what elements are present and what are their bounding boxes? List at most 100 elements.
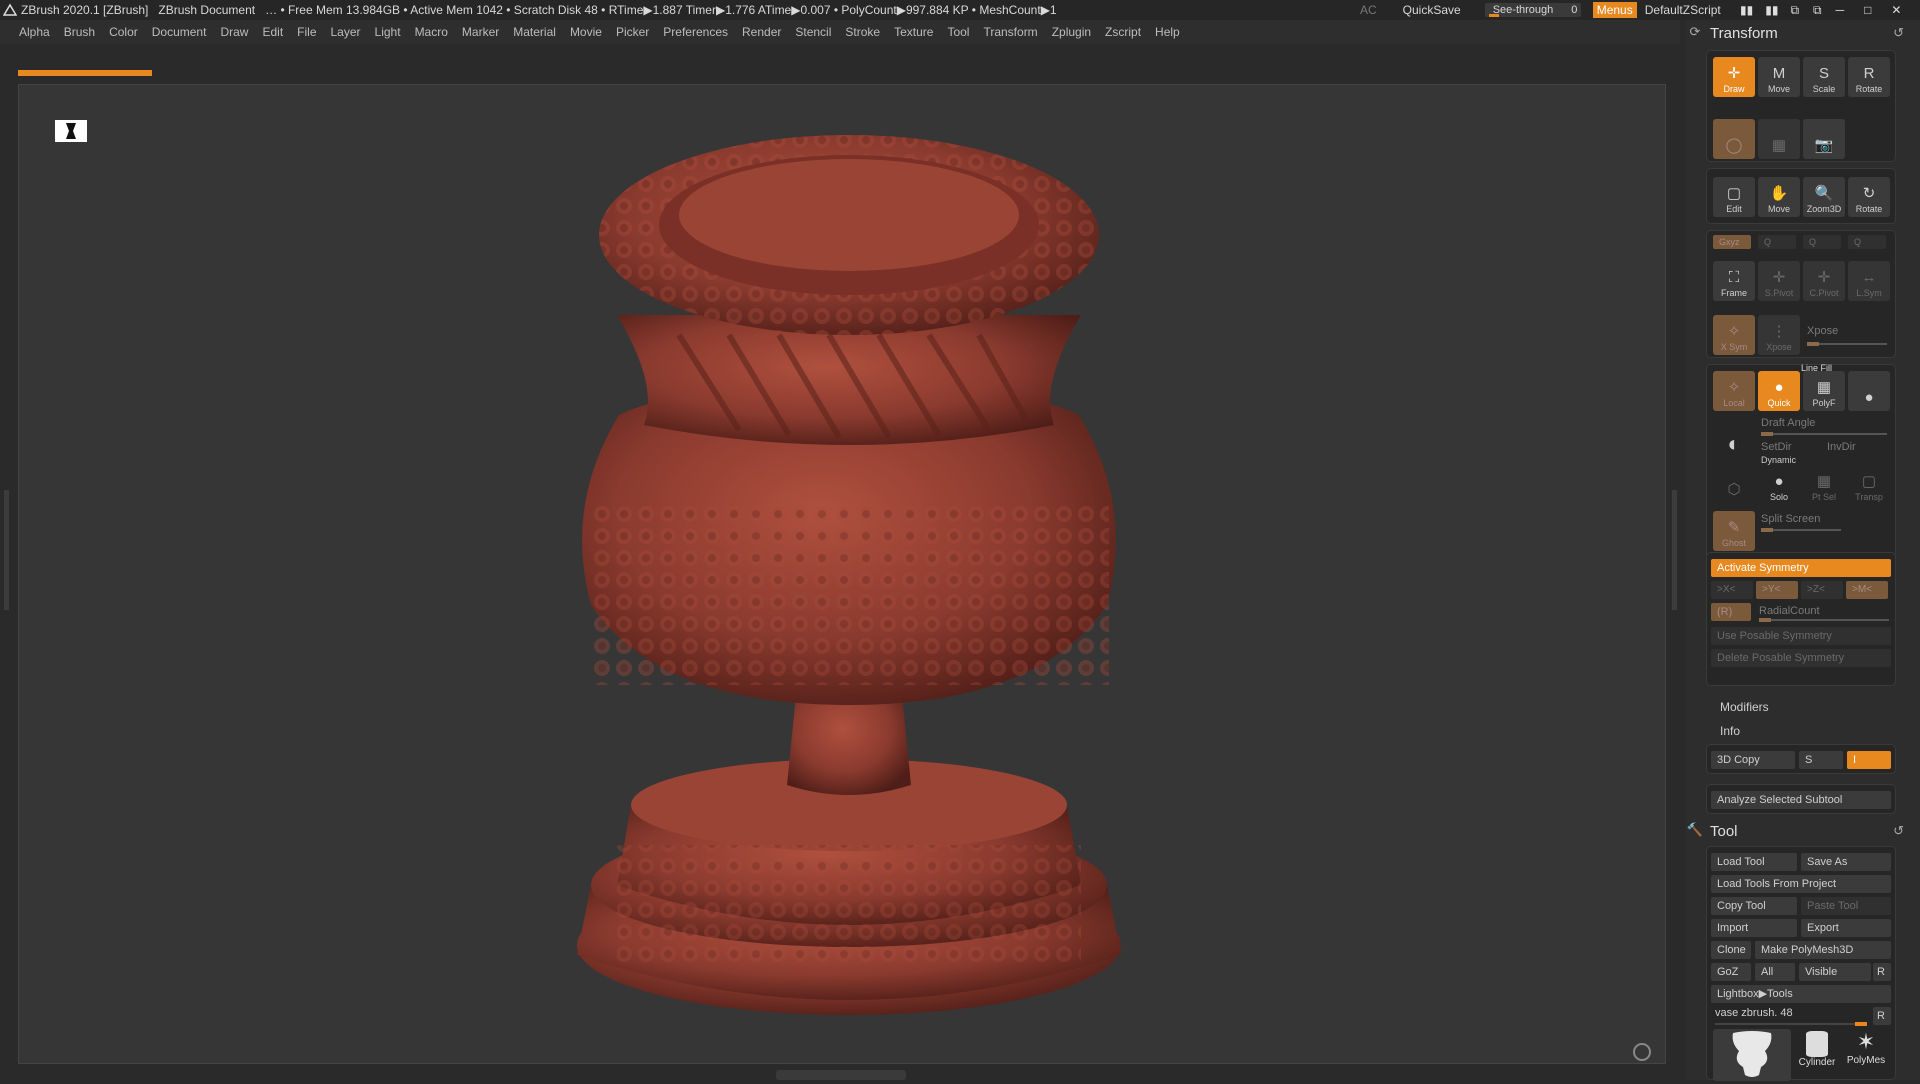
row4-1-button[interactable]: Q <box>1758 235 1796 249</box>
symmetry-axis-1-button[interactable]: >Y< <box>1756 581 1798 599</box>
maximize-icon[interactable]: □ <box>1864 3 1871 17</box>
menu-document[interactable]: Document <box>152 25 207 39</box>
see-through-slider[interactable]: See-through 0 <box>1484 3 1581 17</box>
split-screen-slider[interactable] <box>1761 528 1841 532</box>
3d-copy-button[interactable]: 3D Copy <box>1711 751 1795 769</box>
goz-all-button[interactable]: All <box>1755 963 1795 981</box>
info-subpalette[interactable]: Info <box>1720 724 1740 738</box>
row2-edit-button[interactable]: ▢ Edit <box>1713 177 1755 217</box>
row4-0-button[interactable]: Gxyz <box>1713 235 1751 249</box>
snapshot-button[interactable]: 📷 <box>1803 119 1845 159</box>
menu-edit[interactable]: Edit <box>262 25 283 39</box>
left-tray-handle[interactable] <box>4 490 9 610</box>
menu-zplugin[interactable]: Zplugin <box>1052 25 1091 39</box>
radialcount-slider[interactable] <box>1759 618 1889 622</box>
menu-color[interactable]: Color <box>109 25 138 39</box>
menu-texture[interactable]: Texture <box>894 25 933 39</box>
menu-macro[interactable]: Macro <box>415 25 448 39</box>
menu-preferences[interactable]: Preferences <box>663 25 728 39</box>
ptsel-button[interactable]: ▦ Pt Sel <box>1803 465 1845 505</box>
layout2-icon[interactable]: ▮▮ <box>1765 3 1778 17</box>
row4-3-button[interactable]: Q <box>1848 235 1886 249</box>
bottom-tray-handle[interactable] <box>776 1070 906 1080</box>
xsym-button[interactable]: ✧ X Sym <box>1713 315 1755 355</box>
menu-brush[interactable]: Brush <box>64 25 95 39</box>
row2-rotate-button[interactable]: ↻ Rotate <box>1848 177 1890 217</box>
menu-help[interactable]: Help <box>1155 25 1180 39</box>
menu-draw[interactable]: Draw <box>220 25 248 39</box>
row4-2-button[interactable]: Q <box>1803 235 1841 249</box>
copy-s-button[interactable]: S <box>1799 751 1843 769</box>
activate-symmetry-button[interactable]: Activate Symmetry <box>1711 559 1891 577</box>
transp-button[interactable]: ▢ Transp <box>1848 465 1890 505</box>
close-icon[interactable]: ✕ <box>1891 3 1901 17</box>
symmetry-axis-3-button[interactable]: >M< <box>1846 581 1888 599</box>
paste-tool-button[interactable]: Paste Tool <box>1801 897 1891 915</box>
material-button[interactable]: ● <box>1848 371 1890 411</box>
material-sphere-button[interactable]: ◯ <box>1713 119 1755 159</box>
setdir-button[interactable]: SetDir <box>1761 441 1792 453</box>
polymesh-thumbnail[interactable]: ✶ PolyMes <box>1841 1029 1891 1081</box>
use-posable-symmetry-button[interactable]: Use Posable Symmetry <box>1711 627 1891 645</box>
goz-button[interactable]: GoZ <box>1711 963 1751 981</box>
solo-button[interactable]: ● Solo <box>1758 465 1800 505</box>
tool-slider[interactable] <box>1715 1022 1867 1026</box>
canvas-corner-icon[interactable] <box>1633 1043 1651 1061</box>
menu-layer[interactable]: Layer <box>331 25 361 39</box>
quicksave-button[interactable]: QuickSave <box>1403 3 1461 17</box>
row3-lsym-button[interactable]: ↔ L.Sym <box>1848 261 1890 301</box>
export-button[interactable]: Export <box>1801 919 1891 937</box>
invdir-button[interactable]: InvDir <box>1827 441 1856 453</box>
contrast-icon[interactable]: ◐ <box>1713 417 1755 457</box>
menu-material[interactable]: Material <box>513 25 556 39</box>
load-tool-button[interactable]: Load Tool <box>1711 853 1797 871</box>
viewport-canvas[interactable] <box>18 84 1666 1064</box>
menu-tool[interactable]: Tool <box>947 25 969 39</box>
save-as-button[interactable]: Save As <box>1801 853 1891 871</box>
copy-tool-button[interactable]: Copy Tool <box>1711 897 1797 915</box>
menu-marker[interactable]: Marker <box>462 25 499 39</box>
draft-angle-slider[interactable] <box>1761 432 1887 436</box>
ghost-button[interactable]: ✎ Ghost <box>1713 511 1755 551</box>
menu-light[interactable]: Light <box>375 25 401 39</box>
delete-posable-symmetry-button[interactable]: Delete Posable Symmetry <box>1711 649 1891 667</box>
quick-button[interactable]: ● Quick <box>1758 371 1800 411</box>
menu-render[interactable]: Render <box>742 25 781 39</box>
refresh-icon[interactable]: ↺ <box>1893 25 1904 41</box>
goz-r-button[interactable]: R <box>1873 963 1891 981</box>
transform-header[interactable]: ⟳ Transform ↺ <box>1686 20 1920 46</box>
menu-stroke[interactable]: Stroke <box>845 25 880 39</box>
row2-zoom3d-button[interactable]: 🔍 Zoom3D <box>1803 177 1845 217</box>
row3-frame-button[interactable]: ⛶ Frame <box>1713 261 1755 301</box>
symmetry-axis-2-button[interactable]: >Z< <box>1801 581 1843 599</box>
row1-rotate-button[interactable]: R Rotate <box>1848 57 1890 97</box>
right-tray-handle[interactable] <box>1672 490 1677 610</box>
symmetry-axis-0-button[interactable]: >X< <box>1711 581 1753 599</box>
import-button[interactable]: Import <box>1711 919 1797 937</box>
polyf-button[interactable]: ▦ PolyF <box>1803 371 1845 411</box>
goz-visible-button[interactable]: Visible <box>1799 963 1871 981</box>
window-icon[interactable]: ⧉ <box>1790 3 1799 18</box>
cube-icon[interactable]: ⬡ <box>1713 463 1755 503</box>
row1-scale-button[interactable]: S Scale <box>1803 57 1845 97</box>
make-polymesh3d-button[interactable]: Make PolyMesh3D <box>1755 941 1891 959</box>
tool-header[interactable]: 🔨 Tool ↺ <box>1686 818 1920 844</box>
vase-thumbnail[interactable] <box>1713 1029 1791 1081</box>
tool-refresh-icon[interactable]: ↺ <box>1893 823 1904 839</box>
restore-icon[interactable]: ⧉ <box>1813 3 1822 18</box>
lightbox-tools-button[interactable]: Lightbox▶Tools <box>1711 985 1891 1003</box>
xpose-slider[interactable] <box>1807 342 1887 346</box>
clone-button[interactable]: Clone <box>1711 941 1751 959</box>
edit-tool-button[interactable]: ▦ <box>1758 119 1800 159</box>
row1-move-button[interactable]: M Move <box>1758 57 1800 97</box>
radial-r-button[interactable]: (R) <box>1711 603 1751 621</box>
tool-r-button[interactable]: R <box>1873 1007 1891 1025</box>
cylinder-thumbnail[interactable]: Cylinder <box>1795 1029 1839 1081</box>
row1-draw-button[interactable]: ✛ Draw <box>1713 57 1755 97</box>
xpose-dim-button[interactable]: ⋮ Xpose <box>1758 315 1800 355</box>
local-button[interactable]: ✧ Local <box>1713 371 1755 411</box>
row3-spivot-button[interactable]: ✛ S.Pivot <box>1758 261 1800 301</box>
menu-movie[interactable]: Movie <box>570 25 602 39</box>
menu-zscript[interactable]: Zscript <box>1105 25 1141 39</box>
minimize-icon[interactable]: ─ <box>1836 3 1845 17</box>
